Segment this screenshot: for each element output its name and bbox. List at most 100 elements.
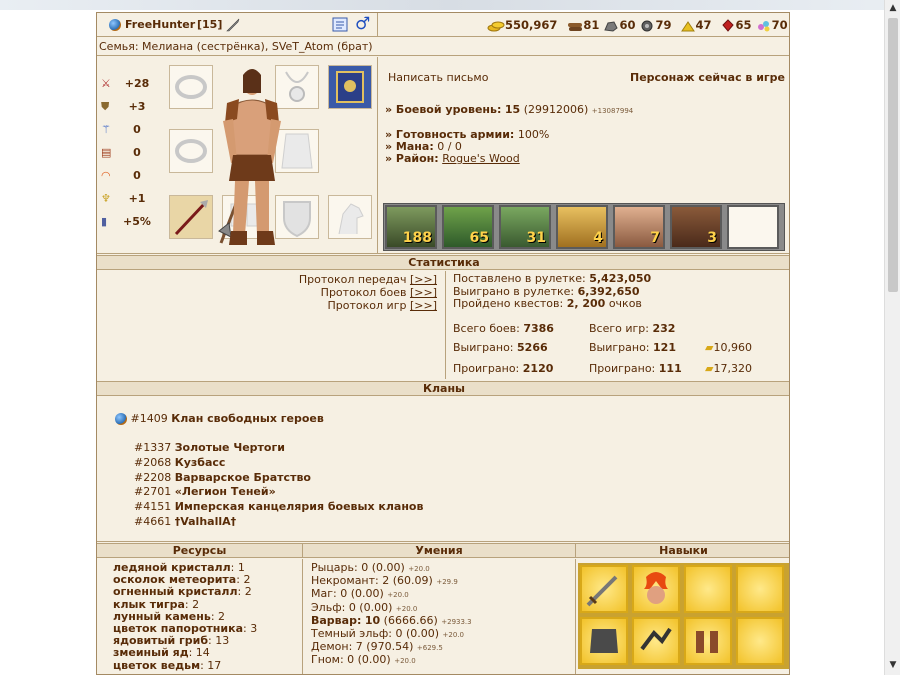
scroll-down-arrow-icon[interactable]: ▼	[888, 660, 898, 672]
roulette-stats: Поставлено в рулетке: 5,423,050 Выиграно…	[453, 272, 652, 310]
resources-list: ледяной кристалл: 1 осколок метеорита: 2…	[113, 561, 258, 672]
sulfur-value: 47	[695, 18, 712, 32]
message-icon[interactable]	[332, 16, 349, 33]
army-unit-3[interactable]: 31	[499, 205, 551, 249]
mercury-icon	[641, 20, 653, 32]
talent-slot-empty-3[interactable]	[736, 617, 784, 665]
sword-skill-icon[interactable]	[580, 565, 628, 613]
clan-globe-icon	[115, 413, 127, 425]
attribute-knowledge: ▤ 0	[101, 146, 141, 159]
gold-value: 550,967	[505, 18, 558, 32]
sulfur-icon	[680, 20, 695, 31]
clan-item[interactable]: #1337 Золотые Чертоги	[134, 441, 423, 456]
clan-item[interactable]: #2068 Кузбасс	[134, 456, 423, 471]
spellbook-slot[interactable]	[328, 65, 372, 109]
online-status: Персонаж сейчас в игре	[630, 71, 786, 84]
clan-item[interactable]: #2208 Варварское Братство	[134, 471, 423, 486]
resources-header: Ресурсы	[97, 543, 302, 558]
swords-icon: ⚔	[101, 77, 111, 90]
clan-item[interactable]: #4661 †ValhallA†	[134, 515, 423, 530]
warriors-skill-icon[interactable]	[684, 617, 732, 665]
stats-section: Протокол передач [>>] Протокол боев [>>]…	[97, 271, 789, 379]
crystal-icon	[721, 19, 734, 32]
armor-skill-icon[interactable]	[580, 617, 628, 665]
army-unit-5[interactable]: 7	[613, 205, 665, 249]
army-unit-6[interactable]: 3	[670, 205, 722, 249]
talent-slot-empty-1[interactable]	[684, 565, 732, 613]
clan-item[interactable]: #2701 «Легион Теней»	[134, 485, 423, 500]
wood-icon	[568, 22, 583, 31]
district-link[interactable]: Rogue's Wood	[442, 152, 520, 165]
attribute-luck: ◠ 0	[101, 169, 141, 182]
battles-lost: Проиграно: 2120	[453, 362, 554, 375]
attribute-spellpower: ⚚ 0	[101, 123, 141, 136]
clans-section: #1409 Клан свободных героев #1337 Золоты…	[97, 397, 789, 542]
ring-slot-1[interactable]	[169, 65, 213, 109]
clan-list: #1337 Золотые Чертоги #2068 Кузбасс #220…	[134, 441, 423, 530]
weapon-slot[interactable]	[169, 195, 213, 239]
character-section: ⚔ +28 ⛊ +3 ⚚ 0 ▤ 0 ◠ 0 ♆ +1 ▮ +5% Написа…	[97, 57, 789, 254]
army-unit-1[interactable]: 188	[385, 205, 437, 249]
games-lost-gold: ▰17,320	[705, 362, 752, 375]
attribute-morale: ♆ +1	[101, 192, 146, 205]
gems-value: 70	[771, 18, 788, 32]
mount-slot[interactable]	[328, 195, 372, 239]
wand-icon: ⚚	[101, 123, 111, 136]
clans-header: Кланы	[97, 381, 789, 396]
ninja-skill-icon[interactable]	[632, 617, 680, 665]
protocol-battles-link[interactable]: [>>]	[410, 286, 437, 299]
page-scrollbar[interactable]: ▲ ▼	[884, 0, 900, 675]
clan-item[interactable]: #4151 Имперская канцелярия боевых кланов	[134, 500, 423, 515]
attribute-defense: ⛊ +3	[101, 100, 146, 113]
player-nickname[interactable]: FreeHunter	[125, 18, 195, 31]
player-level: [15]	[197, 18, 223, 31]
skills-header: Умения	[302, 543, 575, 558]
sword-icon	[226, 18, 240, 32]
male-gender-icon: ♂	[355, 14, 371, 34]
crystal-value: 65	[735, 18, 752, 32]
talents-header: Навыки	[575, 543, 789, 558]
battles-total: Всего боев: 7386	[453, 322, 554, 335]
combat-level-line: » Боевой уровень: 15 (29912006) +1308799…	[385, 103, 634, 116]
wings-icon: ♆	[101, 192, 111, 205]
ring-slot-2[interactable]	[169, 129, 213, 173]
stats-header: Статистика	[97, 255, 789, 270]
protocol-games-link[interactable]: [>>]	[410, 299, 437, 312]
rainbow-icon: ◠	[101, 169, 111, 182]
profile-header: FreeHunter [15] ♂ 550,967 81 60 79 47 65…	[97, 13, 789, 37]
games-won-gold: ▰10,960	[705, 341, 752, 354]
army-unit-4[interactable]: 4	[556, 205, 608, 249]
wood-value: 81	[583, 18, 600, 32]
protocols-list: Протокол передач [>>] Протокол боев [>>]…	[97, 273, 437, 312]
protocol-games: Протокол игр [>>]	[327, 299, 437, 312]
family-text: Семья: Мелиана (сестрёнка), SVeT_Atom (б…	[99, 40, 373, 53]
scroll-up-arrow-icon[interactable]: ▲	[888, 3, 898, 15]
family-row: Семья: Мелиана (сестрёнка), SVeT_Atom (б…	[97, 38, 789, 56]
talent-slot-empty-2[interactable]	[736, 565, 784, 613]
character-profile-page: FreeHunter [15] ♂ 550,967 81 60 79 47 65…	[96, 12, 790, 675]
protocol-transfers-link[interactable]: [>>]	[410, 273, 437, 286]
scroll-thumb[interactable]	[888, 18, 898, 292]
mercury-value: 79	[655, 18, 672, 32]
games-lost: Проиграно: 111	[589, 362, 682, 375]
protocol-transfers: Протокол передач [>>]	[298, 273, 437, 286]
write-letter-link[interactable]: Написать письмо	[388, 71, 488, 84]
resource-bar: 550,967 81 60 79 47 65 70	[487, 18, 788, 34]
faction-globe-icon	[109, 19, 121, 31]
games-won: Выиграно: 121	[589, 341, 676, 354]
district-line: » Район: Rogue's Wood	[385, 152, 520, 165]
ore-icon	[604, 20, 619, 32]
background-strip	[0, 0, 900, 10]
attribute-initiative: ▮ +5%	[101, 215, 151, 228]
games-total: Всего игр: 232	[589, 322, 676, 335]
fire-head-skill-icon[interactable]	[632, 565, 680, 613]
army-unit-empty[interactable]	[727, 205, 779, 249]
army-unit-2[interactable]: 65	[442, 205, 494, 249]
protocol-battles: Протокол боев [>>]	[320, 286, 437, 299]
gold-icon	[487, 21, 505, 31]
potion-icon: ▮	[101, 215, 108, 228]
book-icon: ▤	[101, 146, 112, 159]
main-clan[interactable]: #1409 Клан свободных героев	[115, 412, 324, 425]
attributes-list: ⚔ +28 ⛊ +3 ⚚ 0 ▤ 0 ◠ 0 ♆ +1 ▮ +5%	[101, 77, 161, 238]
skills-list: Рыцарь: 0 (0.00) +20.0 Некромант: 2 (60.…	[311, 561, 472, 667]
